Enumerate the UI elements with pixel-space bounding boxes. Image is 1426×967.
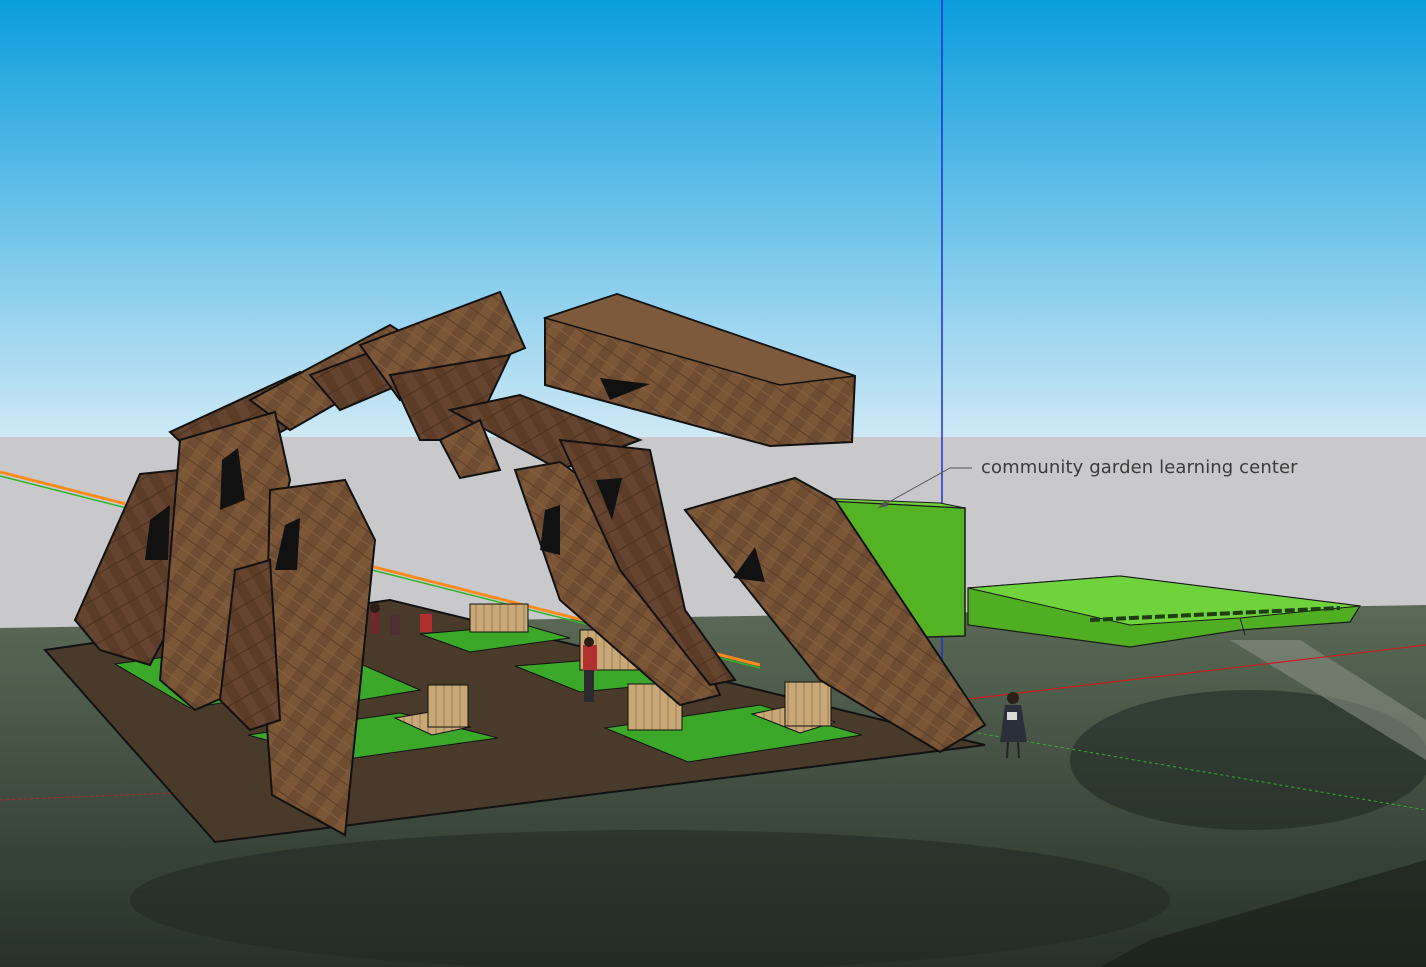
- modeling-viewport[interactable]: community garden learning center: [0, 0, 1426, 967]
- tree-shadow: [130, 830, 1170, 967]
- annotation-label[interactable]: community garden learning center: [981, 457, 1298, 478]
- scene-canvas[interactable]: [0, 0, 1426, 967]
